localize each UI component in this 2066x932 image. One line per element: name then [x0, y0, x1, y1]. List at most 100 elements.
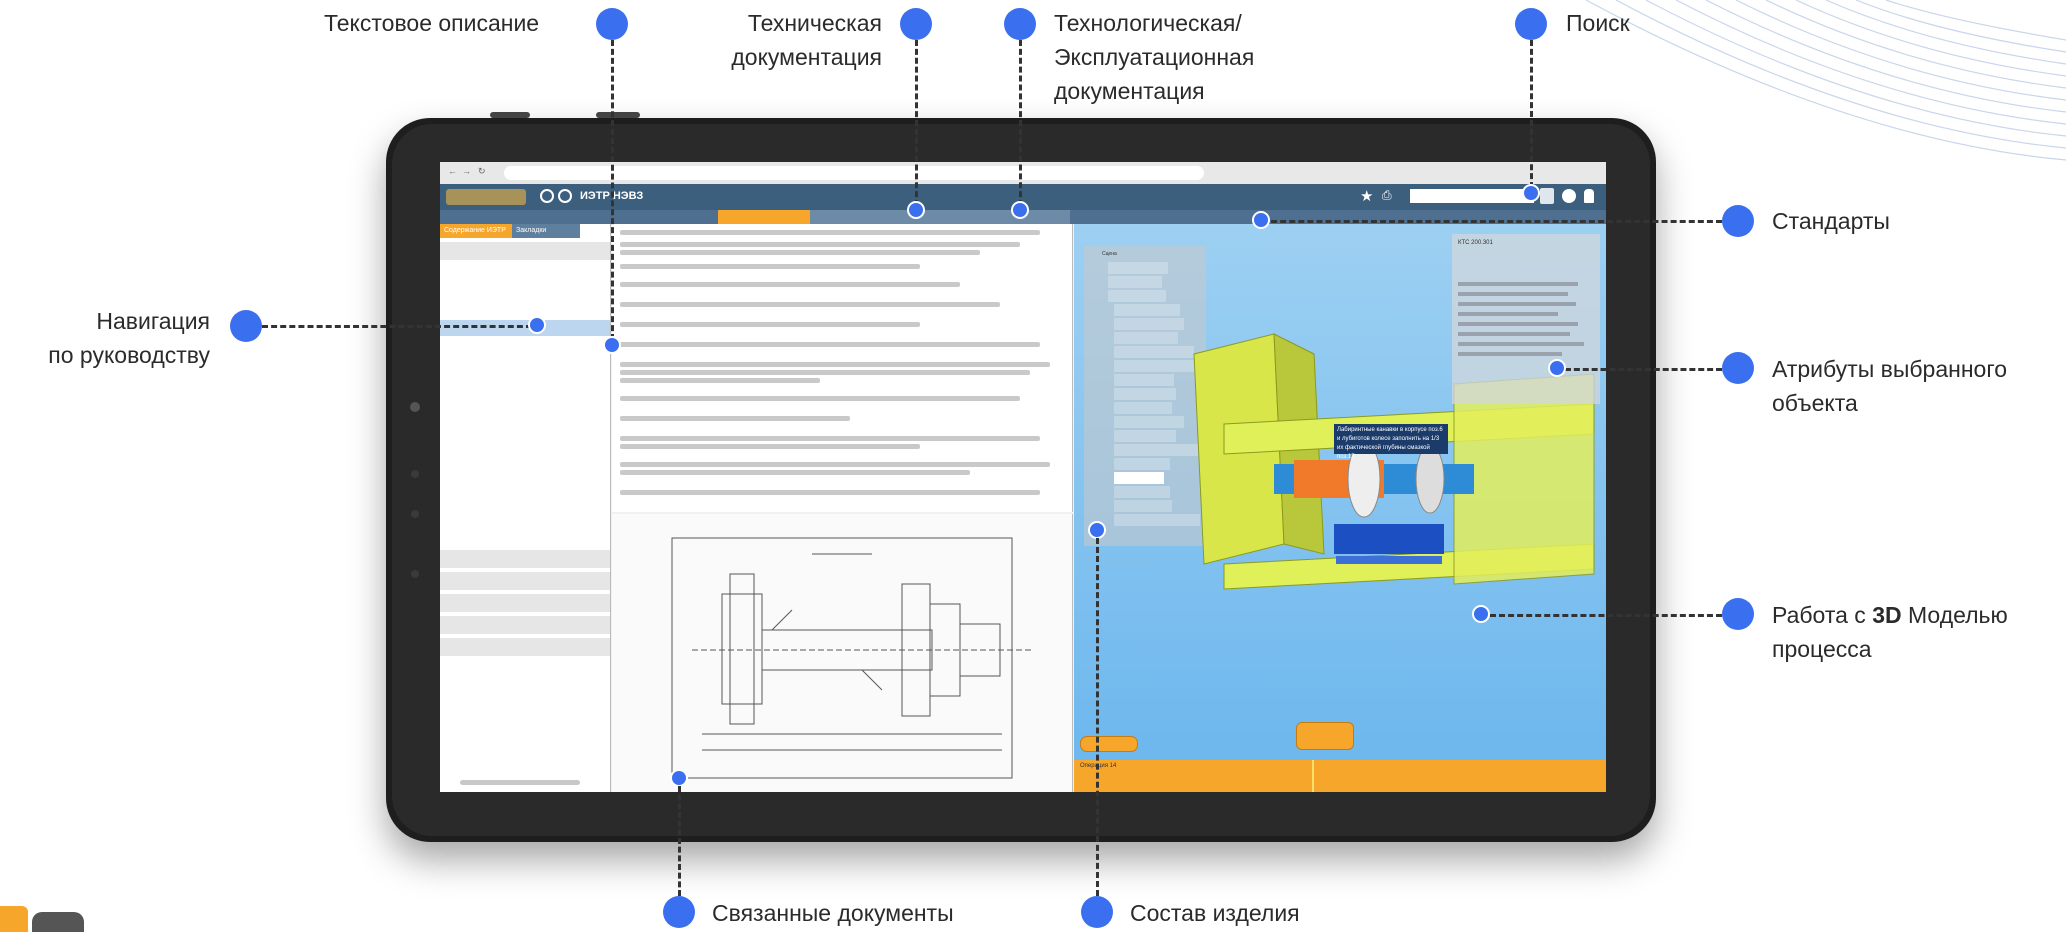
callout-target-dot [1088, 521, 1106, 539]
callout-text-description: Текстовое описание [324, 10, 540, 36]
text-line [620, 470, 970, 475]
callout-product-structure: Состав изделия [1130, 900, 1300, 926]
text-line [620, 378, 820, 383]
text-line [620, 490, 1040, 495]
callout-technical-docs: Техническая документация [700, 6, 882, 74]
callout-target-dot [528, 316, 546, 334]
tooltip-line: их фактической глубины смазкой поз.17 [1337, 445, 1430, 460]
help-icon[interactable] [1562, 189, 1576, 203]
brand-logo [32, 912, 84, 932]
technical-drawing [671, 537, 1032, 779]
nav-section[interactable] [440, 638, 610, 656]
callout-dot [230, 310, 262, 342]
text-line [620, 230, 1040, 235]
nav-section[interactable] [440, 242, 610, 260]
print-icon[interactable]: ⎙ [1382, 188, 1392, 203]
callout-navigation: Навигация по руководству [0, 304, 210, 372]
search-icon[interactable] [1540, 188, 1554, 204]
callout-dot [1722, 352, 1754, 384]
linked-documents-panel [612, 514, 1073, 792]
tree-item[interactable] [1114, 304, 1180, 316]
text-line [620, 342, 1040, 347]
attribute-line [1458, 352, 1562, 356]
object-attributes-panel: КТС 200.301 [1452, 234, 1600, 404]
callout-standards: Стандарты [1772, 208, 1890, 234]
text-description-panel [612, 224, 1073, 512]
tab-bookmarks[interactable]: Закладки [512, 224, 580, 238]
callout-3d-model: Работа с 3D Моделью процесса [1772, 598, 2008, 666]
address-bar[interactable] [504, 166, 1204, 180]
callout-target-dot [1472, 605, 1490, 623]
callout-part-bold: 3D [1872, 602, 1902, 628]
text-line [620, 436, 1040, 441]
user-icon[interactable] [1584, 189, 1594, 203]
callout-process-docs: Технологическая/ Эксплуатационная докуме… [1054, 6, 1254, 108]
tablet-sensor [411, 470, 419, 478]
back-circle-icon[interactable] [540, 189, 554, 203]
tooltip-line: и лубиготов колесе заполнить на 1/3 [1337, 436, 1440, 442]
nav-section[interactable] [440, 550, 610, 568]
text-line [620, 322, 920, 327]
back-icon[interactable]: ← [448, 166, 457, 176]
annotation-tooltip: Лабиринтные канавки в корпусе поз.6 и лу… [1334, 424, 1448, 460]
tree-item[interactable] [1108, 290, 1166, 302]
reload-icon[interactable]: ↻ [478, 166, 486, 177]
callout-line-text: по руководству [48, 342, 210, 368]
text-line [620, 362, 1050, 367]
tablet-screen: ← → ↻ ИЭТР НЭВЗ ★ ⎙ Содержание ИЭТР Закл… [440, 162, 1606, 792]
callout-target-dot [1548, 359, 1566, 377]
attribute-line [1458, 292, 1568, 296]
callout-line [1530, 40, 1533, 188]
text-line [620, 264, 920, 269]
manual-navigation-panel: Содержание ИЭТР Закладки [440, 224, 611, 792]
text-line [620, 242, 1020, 247]
tree-root[interactable]: Сцена [1102, 248, 1117, 260]
callout-dot [1515, 8, 1547, 40]
nav-section[interactable] [440, 572, 610, 590]
timeline-marker[interactable] [1312, 760, 1314, 792]
callout-dot [663, 896, 695, 928]
text-line [620, 462, 1050, 467]
callout-part: Моделью [1901, 602, 2008, 628]
text-line [620, 444, 920, 449]
callout-target-dot [1011, 201, 1029, 219]
callout-line-text: Навигация [96, 308, 210, 334]
player-controls[interactable] [1296, 722, 1354, 750]
attribute-line [1458, 322, 1578, 326]
attribute-line [1458, 312, 1558, 316]
speed-slider[interactable] [1080, 736, 1138, 752]
callout-target-dot [1252, 211, 1270, 229]
nav-scrollbar[interactable] [460, 780, 580, 785]
nav-section[interactable] [440, 594, 610, 612]
callout-line-text: документация [731, 44, 882, 70]
favorite-icon[interactable]: ★ [1360, 187, 1373, 205]
tree-item[interactable] [1108, 262, 1168, 274]
callout-target-dot [907, 201, 925, 219]
callout-target-dot [1522, 184, 1540, 202]
search-input[interactable] [1410, 189, 1534, 203]
callout-line [1490, 614, 1722, 617]
tab-technical-docs[interactable] [718, 210, 816, 224]
tab-operation-docs[interactable] [910, 210, 1020, 224]
callout-part: Работа с [1772, 602, 1873, 628]
forward-circle-icon[interactable] [558, 189, 572, 203]
process-timeline[interactable]: Операция 14 [1074, 760, 1606, 792]
attributes-title: КТС 200.301 [1458, 240, 1493, 246]
tab-process-docs[interactable] [810, 210, 912, 224]
tree-item[interactable] [1108, 276, 1162, 288]
nav-item[interactable] [440, 530, 610, 546]
callout-line-text: Работа с 3D Моделью [1772, 598, 2008, 632]
text-line [620, 416, 850, 421]
callout-line [262, 325, 532, 328]
attribute-line [1458, 342, 1584, 346]
tooltip-line: Лабиринтные канавки в корпусе поз.6 [1337, 427, 1443, 433]
attribute-line [1458, 282, 1578, 286]
nav-section[interactable] [440, 616, 610, 634]
forward-icon[interactable]: → [462, 166, 471, 176]
text-line [620, 396, 1020, 401]
callout-linked-documents: Связанные документы [712, 900, 954, 926]
3d-model-viewport[interactable]: Сцена Лабиринтные канавки в корпусе поз.… [1074, 224, 1606, 792]
callout-target-dot [670, 769, 688, 787]
callout-line-text: процесса [1772, 636, 1872, 662]
tab-content[interactable]: Содержание ИЭТР [440, 224, 520, 238]
